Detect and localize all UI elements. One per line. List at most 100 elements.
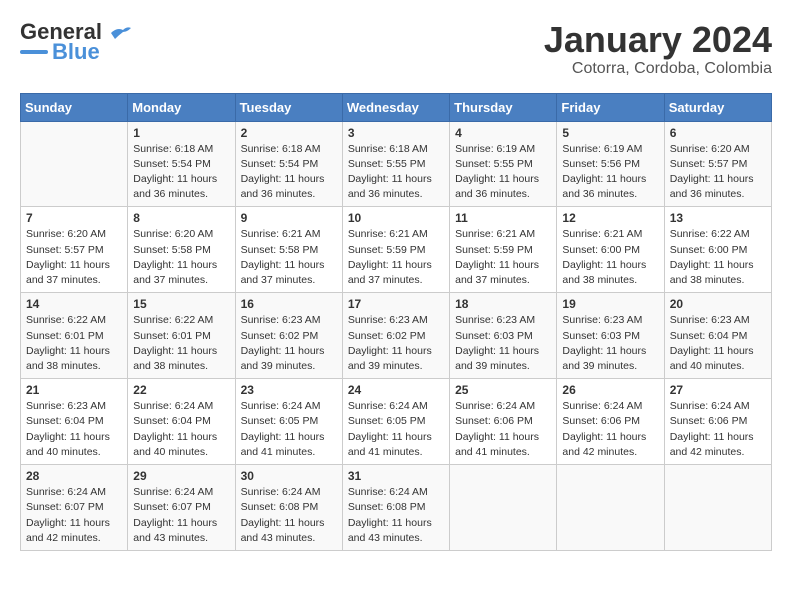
day-number: 1 xyxy=(133,126,229,140)
calendar-cell: 13 Sunrise: 6:22 AMSunset: 6:00 PMDayligh… xyxy=(664,207,771,293)
calendar-cell xyxy=(450,465,557,551)
day-number: 7 xyxy=(26,211,122,225)
day-number: 9 xyxy=(241,211,337,225)
calendar-cell: 25 Sunrise: 6:24 AMSunset: 6:06 PMDayligh… xyxy=(450,379,557,465)
day-number: 27 xyxy=(670,383,766,397)
day-info: Sunrise: 6:20 AMSunset: 5:57 PMDaylight:… xyxy=(26,227,122,288)
calendar-cell: 2Sunrise: 6:18 AMSunset: 5:54 PMDaylight… xyxy=(235,121,342,207)
day-info: Sunrise: 6:21 AMSunset: 5:59 PMDaylight:… xyxy=(348,227,444,288)
calendar-cell: 4 Sunrise: 6:19 AMSunset: 5:55 PMDaylight… xyxy=(450,121,557,207)
weekday-header-sunday: Sunday xyxy=(21,93,128,121)
calendar-cell: 24 Sunrise: 6:24 AMSunset: 6:05 PMDayligh… xyxy=(342,379,449,465)
day-number: 20 xyxy=(670,297,766,311)
logo: General Blue xyxy=(20,20,131,64)
day-info: Sunrise: 6:19 AMSunset: 5:56 PMDaylight:… xyxy=(562,142,658,203)
weekday-header-tuesday: Tuesday xyxy=(235,93,342,121)
location-title: Cotorra, Cordoba, Colombia xyxy=(544,60,772,78)
calendar-cell: 6 Sunrise: 6:20 AMSunset: 5:57 PMDaylight… xyxy=(664,121,771,207)
day-info: Sunrise: 6:24 AMSunset: 6:08 PMDaylight:… xyxy=(348,485,444,546)
calendar-cell: 11 Sunrise: 6:21 AMSunset: 5:59 PMDayligh… xyxy=(450,207,557,293)
calendar-cell: 3 Sunrise: 6:18 AMSunset: 5:55 PMDaylight… xyxy=(342,121,449,207)
calendar-cell: 15 Sunrise: 6:22 AMSunset: 6:01 PMDayligh… xyxy=(128,293,235,379)
calendar-cell xyxy=(21,121,128,207)
day-info: Sunrise: 6:24 AMSunset: 6:06 PMDaylight:… xyxy=(562,399,658,460)
day-info: Sunrise: 6:24 AMSunset: 6:04 PMDaylight:… xyxy=(133,399,229,460)
weekday-header-friday: Friday xyxy=(557,93,664,121)
day-info: Sunrise: 6:21 AMSunset: 5:58 PMDaylight:… xyxy=(241,227,337,288)
day-number: 26 xyxy=(562,383,658,397)
day-number: 21 xyxy=(26,383,122,397)
day-number: 11 xyxy=(455,211,551,225)
day-number: 29 xyxy=(133,469,229,483)
day-info: Sunrise: 6:18 AMSunset: 5:54 PMDaylight:… xyxy=(241,142,337,203)
weekday-header-saturday: Saturday xyxy=(664,93,771,121)
day-number: 25 xyxy=(455,383,551,397)
calendar-cell xyxy=(664,465,771,551)
day-number: 4 xyxy=(455,126,551,140)
day-info: Sunrise: 6:24 AMSunset: 6:06 PMDaylight:… xyxy=(455,399,551,460)
month-title: January 2024 xyxy=(544,20,772,60)
day-info: Sunrise: 6:20 AMSunset: 5:58 PMDaylight:… xyxy=(133,227,229,288)
calendar-cell: 20Sunrise: 6:23 AMSunset: 6:04 PMDayligh… xyxy=(664,293,771,379)
calendar-cell: 8 Sunrise: 6:20 AMSunset: 5:58 PMDaylight… xyxy=(128,207,235,293)
day-info: Sunrise: 6:21 AMSunset: 6:00 PMDaylight:… xyxy=(562,227,658,288)
day-info: Sunrise: 6:23 AMSunset: 6:02 PMDaylight:… xyxy=(348,313,444,374)
day-info: Sunrise: 6:24 AMSunset: 6:06 PMDaylight:… xyxy=(670,399,766,460)
calendar-week-row: 21 Sunrise: 6:23 AMSunset: 6:04 PMDayligh… xyxy=(21,379,772,465)
day-info: Sunrise: 6:23 AMSunset: 6:03 PMDaylight:… xyxy=(455,313,551,374)
calendar-cell: 17Sunrise: 6:23 AMSunset: 6:02 PMDayligh… xyxy=(342,293,449,379)
calendar-cell: 12 Sunrise: 6:21 AMSunset: 6:00 PMDayligh… xyxy=(557,207,664,293)
calendar-week-row: 14 Sunrise: 6:22 AMSunset: 6:01 PMDayligh… xyxy=(21,293,772,379)
day-info: Sunrise: 6:24 AMSunset: 6:05 PMDaylight:… xyxy=(348,399,444,460)
calendar-cell: 5 Sunrise: 6:19 AMSunset: 5:56 PMDaylight… xyxy=(557,121,664,207)
calendar-cell: 18Sunrise: 6:23 AMSunset: 6:03 PMDayligh… xyxy=(450,293,557,379)
day-number: 13 xyxy=(670,211,766,225)
calendar-cell: 27 Sunrise: 6:24 AMSunset: 6:06 PMDayligh… xyxy=(664,379,771,465)
calendar-week-row: 28 Sunrise: 6:24 AMSunset: 6:07 PMDayligh… xyxy=(21,465,772,551)
day-info: Sunrise: 6:24 AMSunset: 6:07 PMDaylight:… xyxy=(26,485,122,546)
day-number: 28 xyxy=(26,469,122,483)
day-number: 10 xyxy=(348,211,444,225)
day-number: 14 xyxy=(26,297,122,311)
day-info: Sunrise: 6:23 AMSunset: 6:03 PMDaylight:… xyxy=(562,313,658,374)
day-number: 6 xyxy=(670,126,766,140)
calendar-header-row: SundayMondayTuesdayWednesdayThursdayFrid… xyxy=(21,93,772,121)
day-info: Sunrise: 6:23 AMSunset: 6:04 PMDaylight:… xyxy=(26,399,122,460)
day-number: 19 xyxy=(562,297,658,311)
day-number: 31 xyxy=(348,469,444,483)
day-number: 3 xyxy=(348,126,444,140)
weekday-header-monday: Monday xyxy=(128,93,235,121)
day-info: Sunrise: 6:19 AMSunset: 5:55 PMDaylight:… xyxy=(455,142,551,203)
day-number: 12 xyxy=(562,211,658,225)
day-info: Sunrise: 6:22 AMSunset: 6:01 PMDaylight:… xyxy=(26,313,122,374)
weekday-header-wednesday: Wednesday xyxy=(342,93,449,121)
day-info: Sunrise: 6:21 AMSunset: 5:59 PMDaylight:… xyxy=(455,227,551,288)
calendar-cell: 7 Sunrise: 6:20 AMSunset: 5:57 PMDaylight… xyxy=(21,207,128,293)
day-number: 22 xyxy=(133,383,229,397)
calendar-cell: 16 Sunrise: 6:23 AMSunset: 6:02 PMDayligh… xyxy=(235,293,342,379)
day-info: Sunrise: 6:22 AMSunset: 6:00 PMDaylight:… xyxy=(670,227,766,288)
day-info: Sunrise: 6:20 AMSunset: 5:57 PMDaylight:… xyxy=(670,142,766,203)
day-number: 30 xyxy=(241,469,337,483)
day-number: 24 xyxy=(348,383,444,397)
calendar-week-row: 1 Sunrise: 6:18 AMSunset: 5:54 PMDaylight… xyxy=(21,121,772,207)
day-number: 5 xyxy=(562,126,658,140)
calendar-cell: 21 Sunrise: 6:23 AMSunset: 6:04 PMDayligh… xyxy=(21,379,128,465)
day-number: 16 xyxy=(241,297,337,311)
weekday-header-thursday: Thursday xyxy=(450,93,557,121)
day-number: 8 xyxy=(133,211,229,225)
calendar-cell: 14 Sunrise: 6:22 AMSunset: 6:01 PMDayligh… xyxy=(21,293,128,379)
day-info: Sunrise: 6:23 AMSunset: 6:02 PMDaylight:… xyxy=(241,313,337,374)
calendar-cell: 22 Sunrise: 6:24 AMSunset: 6:04 PMDayligh… xyxy=(128,379,235,465)
calendar-cell: 26 Sunrise: 6:24 AMSunset: 6:06 PMDayligh… xyxy=(557,379,664,465)
calendar-cell: 19 Sunrise: 6:23 AMSunset: 6:03 PMDayligh… xyxy=(557,293,664,379)
calendar-cell: 28 Sunrise: 6:24 AMSunset: 6:07 PMDayligh… xyxy=(21,465,128,551)
day-number: 15 xyxy=(133,297,229,311)
calendar-table: SundayMondayTuesdayWednesdayThursdayFrid… xyxy=(20,93,772,551)
calendar-week-row: 7 Sunrise: 6:20 AMSunset: 5:57 PMDaylight… xyxy=(21,207,772,293)
title-section: January 2024 Cotorra, Cordoba, Colombia xyxy=(544,20,772,78)
day-info: Sunrise: 6:18 AMSunset: 5:55 PMDaylight:… xyxy=(348,142,444,203)
calendar-cell: 29Sunrise: 6:24 AMSunset: 6:07 PMDayligh… xyxy=(128,465,235,551)
day-info: Sunrise: 6:22 AMSunset: 6:01 PMDaylight:… xyxy=(133,313,229,374)
calendar-cell: 30Sunrise: 6:24 AMSunset: 6:08 PMDayligh… xyxy=(235,465,342,551)
